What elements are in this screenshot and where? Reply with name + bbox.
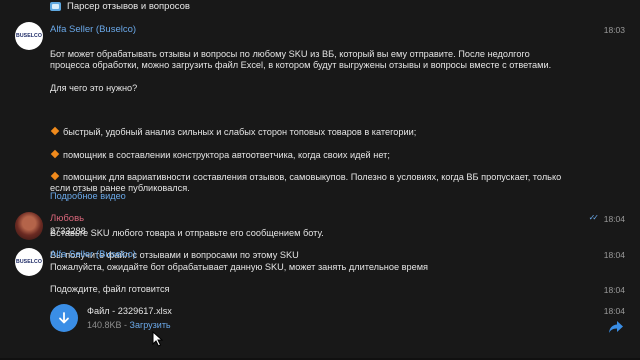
message-intro: Бот может обрабатывать отзывы и вопросы … bbox=[50, 49, 552, 71]
message-text: Пожалуйста, ожидайте бот обрабатывает да… bbox=[50, 262, 429, 272]
avatar-logo-text: BUSELCO bbox=[15, 259, 43, 265]
message-time: 18:04 bbox=[603, 306, 625, 316]
diamond-icon bbox=[50, 127, 60, 136]
message-time: 18:03 bbox=[603, 25, 625, 35]
message-text: Подождите, файл готовится bbox=[50, 284, 170, 294]
avatar[interactable] bbox=[15, 212, 43, 240]
pinned-item-text: Парсер отзывов и вопросов bbox=[67, 0, 190, 12]
avatar-logo-text: BUSELCO bbox=[15, 33, 43, 39]
message-time: 18:04 bbox=[603, 285, 625, 295]
chat-history: Парсер отзывов и вопросов BUSELCO Alfa S… bbox=[0, 0, 640, 360]
message-time: 18:04 bbox=[603, 250, 625, 260]
avatar[interactable]: BUSELCO bbox=[15, 22, 43, 50]
double-check-icon: ✓✓ bbox=[588, 213, 600, 222]
sender-name[interactable]: Alfa Seller (Buselco) bbox=[50, 249, 136, 260]
message-question: Для чего это нужно? bbox=[50, 82, 138, 93]
download-button[interactable] bbox=[50, 304, 78, 332]
file-size: 140.8KB bbox=[87, 320, 122, 330]
download-link[interactable]: Загрузить bbox=[130, 320, 171, 330]
message-text: Бот может обрабатывать отзывы и вопросы … bbox=[50, 38, 570, 273]
message-text: 2733288 bbox=[50, 226, 86, 236]
list-item: помощник для вариативности составления о… bbox=[50, 171, 562, 194]
list-item: помощник в составлении конструктора авто… bbox=[50, 149, 570, 161]
file-meta: 140.8KB - Загрузить bbox=[87, 320, 171, 330]
mouse-pointer-icon bbox=[152, 331, 164, 347]
pinned-item[interactable]: Парсер отзывов и вопросов bbox=[50, 0, 190, 12]
forward-icon bbox=[609, 321, 623, 333]
share-button[interactable] bbox=[608, 320, 624, 339]
list-item: быстрый, удобный анализ сильных и слабых… bbox=[50, 127, 570, 138]
avatar[interactable]: BUSELCO bbox=[15, 248, 43, 276]
sender-name[interactable]: Alfa Seller (Buselco) bbox=[50, 24, 136, 35]
video-link[interactable]: Подробное видео bbox=[50, 191, 126, 201]
sender-name[interactable]: Любовь bbox=[50, 213, 84, 224]
message-time: 18:04 bbox=[603, 214, 625, 224]
file-meta-separator: - bbox=[121, 320, 130, 330]
clipboard-icon bbox=[50, 1, 61, 11]
diamond-icon bbox=[50, 149, 60, 159]
arrow-down-icon bbox=[59, 312, 69, 324]
diamond-icon bbox=[50, 171, 60, 181]
file-name[interactable]: Файл - 2329617.xlsx bbox=[87, 306, 172, 316]
